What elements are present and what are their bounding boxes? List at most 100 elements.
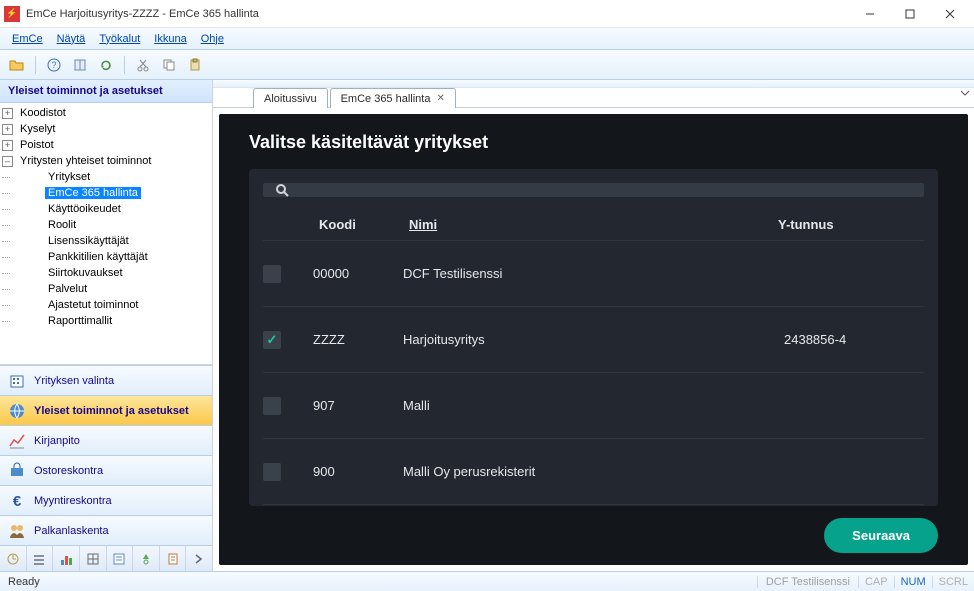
row-checkbox[interactable] <box>263 331 281 349</box>
nav-small-more[interactable] <box>186 546 212 571</box>
chevron-down-icon <box>960 88 970 98</box>
paste-icon <box>188 58 202 72</box>
tree-node[interactable]: EmCe 365 hallinta <box>0 185 212 201</box>
nav-small-1[interactable] <box>0 546 27 571</box>
svg-text:€: € <box>13 493 22 510</box>
table-row[interactable]: 00000DCF Testilisenssi <box>263 241 924 307</box>
nav-small-4[interactable] <box>80 546 107 571</box>
menu-nayta[interactable]: Näytä <box>51 31 92 47</box>
tree-twisty[interactable]: – <box>2 156 13 167</box>
close-button[interactable] <box>930 2 970 26</box>
nav-small-5[interactable] <box>107 546 134 571</box>
table-row[interactable]: 907Malli <box>263 373 924 439</box>
table-row[interactable]: 900Malli Oy perusrekisterit <box>263 439 924 505</box>
book-icon <box>73 58 87 72</box>
book-button[interactable] <box>69 54 91 76</box>
nav-small-2[interactable] <box>27 546 54 571</box>
status-license: DCF Testilisenssi <box>757 576 858 588</box>
menu-bar: EmCe Näytä Työkalut Ikkuna Ohje <box>0 28 974 50</box>
tree-node[interactable]: Raporttimallit <box>0 313 212 329</box>
tree-label: Pankkitilien käyttäjät <box>45 251 151 263</box>
tree-twisty <box>30 236 41 247</box>
copy-icon <box>162 58 176 72</box>
tree-label: Raporttimallit <box>45 315 115 327</box>
tab-more-button[interactable] <box>960 88 970 101</box>
tree-twisty <box>30 252 41 263</box>
cell-code: 900 <box>313 464 403 479</box>
nav-item-chart[interactable]: Kirjanpito <box>0 425 212 455</box>
tree-node[interactable]: Käyttöoikeudet <box>0 201 212 217</box>
scissors-icon <box>136 58 150 72</box>
tree-node[interactable]: + Poistot <box>0 137 212 153</box>
content-area: Aloitussivu EmCe 365 hallinta✕ Valitse kä… <box>213 80 974 571</box>
toolbar: ? <box>0 50 974 80</box>
minimize-button[interactable] <box>850 2 890 26</box>
minimize-icon <box>865 9 875 19</box>
status-num: NUM <box>894 576 932 588</box>
nav-item-euro[interactable]: €Myyntireskontra <box>0 485 212 515</box>
tree-node[interactable]: Pankkitilien käyttäjät <box>0 249 212 265</box>
nav-label: Yrityksen valinta <box>34 375 114 387</box>
tree-node[interactable]: Yritykset <box>0 169 212 185</box>
tree-node[interactable]: Roolit <box>0 217 212 233</box>
help-button[interactable]: ? <box>43 54 65 76</box>
title-bar: ⚡ EmCe Harjoitusyritys-ZZZZ - EmCe 365 h… <box>0 0 974 28</box>
tree-twisty <box>30 204 41 215</box>
col-code[interactable]: Koodi <box>319 217 409 232</box>
tree-node[interactable]: Lisenssikäyttäjät <box>0 233 212 249</box>
cell-code: ZZZZ <box>313 332 403 347</box>
table-row[interactable]: ZZZZHarjoitusyritys2438856-4 <box>263 307 924 373</box>
row-checkbox[interactable] <box>263 463 281 481</box>
tab[interactable]: EmCe 365 hallinta✕ <box>330 88 456 108</box>
nav-label: Palkanlaskenta <box>34 525 109 537</box>
tree-twisty <box>30 220 41 231</box>
menu-emce[interactable]: EmCe <box>6 31 49 47</box>
tab-label: Aloitussivu <box>264 93 317 105</box>
tree-twisty[interactable]: + <box>2 108 13 119</box>
dark-panel: Valitse käsiteltävät yritykset Koodi Nim… <box>219 114 968 565</box>
tree-twisty <box>30 188 41 199</box>
row-checkbox[interactable] <box>263 265 281 283</box>
nav-small-6[interactable] <box>133 546 160 571</box>
nav-item-globe[interactable]: Yleiset toiminnot ja asetukset <box>0 395 212 425</box>
nav-item-company[interactable]: Yrityksen valinta <box>0 365 212 395</box>
nav-small-3[interactable] <box>53 546 80 571</box>
col-name[interactable]: Nimi <box>409 217 778 232</box>
tree-node[interactable]: Ajastetut toiminnot <box>0 297 212 313</box>
nav-label: Yleiset toiminnot ja asetukset <box>34 405 189 417</box>
menu-ikkuna[interactable]: Ikkuna <box>148 31 192 47</box>
col-vat[interactable]: Y-tunnus <box>778 217 918 232</box>
tab[interactable]: Aloitussivu <box>253 88 328 108</box>
paste-button[interactable] <box>184 54 206 76</box>
tab-strip: Aloitussivu EmCe 365 hallinta✕ <box>213 86 974 108</box>
copy-button[interactable] <box>158 54 180 76</box>
menu-ohje[interactable]: Ohje <box>195 31 230 47</box>
close-icon[interactable]: ✕ <box>436 93 444 104</box>
search-input[interactable] <box>263 183 924 197</box>
tree-label: Poistot <box>17 139 57 151</box>
tree-view[interactable]: +Koodistot+Kyselyt+Poistot–Yritysten yht… <box>0 103 212 365</box>
cut-button[interactable] <box>132 54 154 76</box>
tree-label: Lisenssikäyttäjät <box>45 235 132 247</box>
tree-twisty <box>30 268 41 279</box>
nav-item-buy[interactable]: Ostoreskontra <box>0 455 212 485</box>
tree-node[interactable]: –Yritysten yhteiset toiminnot <box>0 153 212 169</box>
tree-label: Roolit <box>45 219 79 231</box>
tree-label: Yritykset <box>45 171 93 183</box>
open-button[interactable] <box>6 54 28 76</box>
bars-icon <box>59 552 73 566</box>
maximize-button[interactable] <box>890 2 930 26</box>
tree-twisty[interactable]: + <box>2 124 13 135</box>
tree-node[interactable]: Palvelut <box>0 281 212 297</box>
tree-node[interactable]: +Kyselyt <box>0 121 212 137</box>
nav-item-people[interactable]: Palkanlaskenta <box>0 515 212 545</box>
refresh-button[interactable] <box>95 54 117 76</box>
next-button[interactable]: Seuraava <box>824 518 938 553</box>
menu-tyokalut[interactable]: Työkalut <box>93 31 146 47</box>
row-checkbox[interactable] <box>263 397 281 415</box>
tree-twisty[interactable]: + <box>2 140 13 151</box>
tree-node[interactable]: +Koodistot <box>0 105 212 121</box>
nav-small-7[interactable] <box>160 546 187 571</box>
nav-label: Kirjanpito <box>34 435 80 447</box>
tree-node[interactable]: Siirtokuvaukset <box>0 265 212 281</box>
